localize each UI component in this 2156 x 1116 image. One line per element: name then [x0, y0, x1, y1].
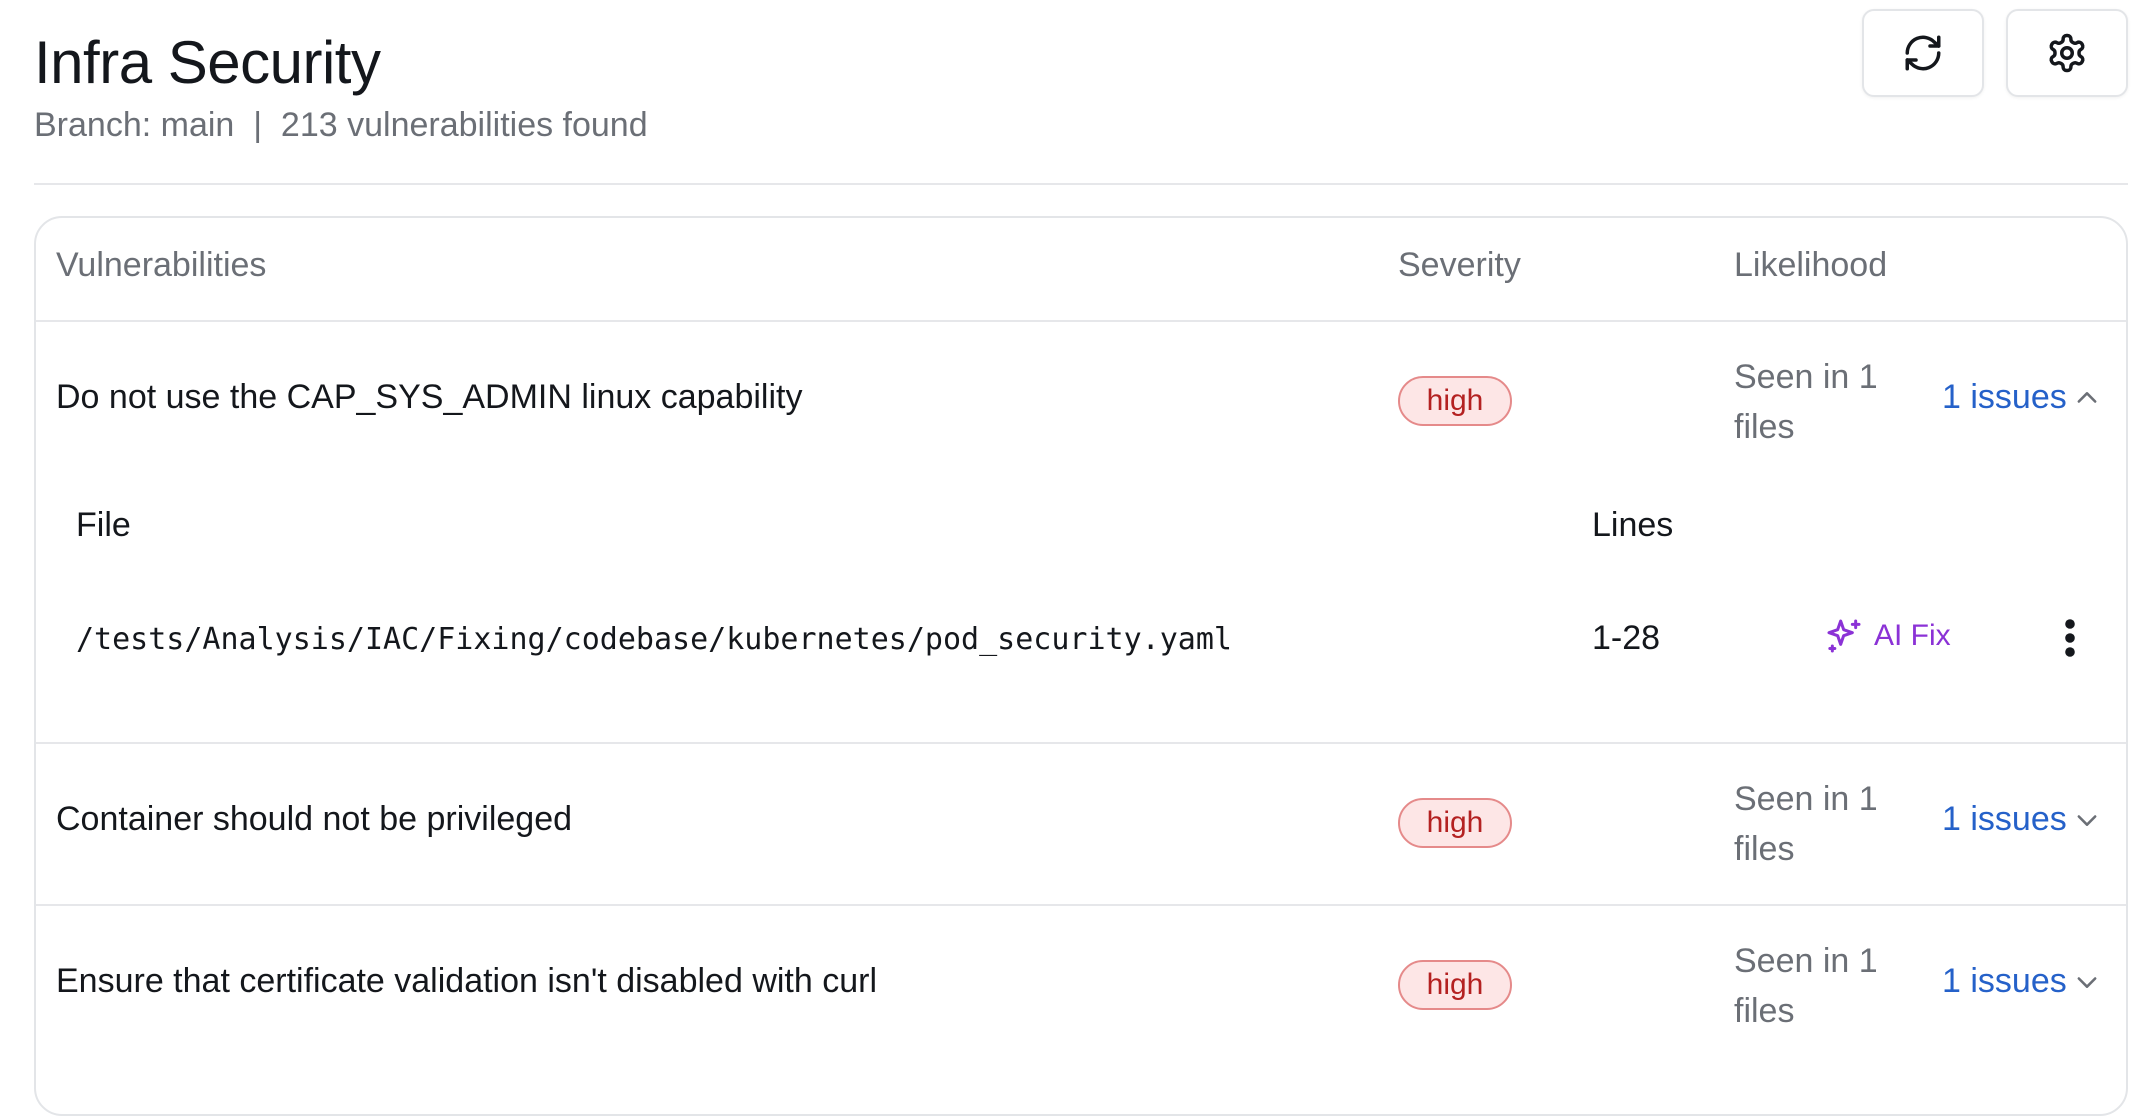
- table-row: Do not use the CAP_SYS_ADMIN linux capab…: [36, 320, 2126, 744]
- page-title: Infra Security: [34, 29, 381, 96]
- line-range: 1-28: [1592, 619, 1661, 657]
- column-vulnerabilities: Vulnerabilities: [56, 246, 267, 284]
- kebab-menu-icon: [2065, 619, 2075, 657]
- vulnerability-name: Do not use the CAP_SYS_ADMIN linux capab…: [56, 378, 803, 416]
- chevron-up-icon: [2077, 391, 2097, 403]
- sparkles-icon: [1827, 619, 1861, 653]
- column-likelihood: Likelihood: [1734, 246, 1888, 284]
- refresh-button[interactable]: [1862, 9, 1984, 97]
- infra-security-page: Infra Security Branch: main | 213 vulner…: [0, 0, 2156, 1116]
- column-file: File: [76, 506, 131, 544]
- likelihood-text: Seen in 1 files: [1734, 358, 1878, 446]
- ai-fix-button[interactable]: AI Fix: [1824, 616, 1951, 656]
- issues-count: 1 issues: [1942, 378, 2067, 416]
- chevron-down-icon: [2077, 814, 2097, 826]
- column-severity: Severity: [1398, 246, 1521, 284]
- issues-count: 1 issues: [1942, 800, 2067, 838]
- severity-badge: high: [1398, 798, 1512, 848]
- column-lines: Lines: [1592, 506, 1674, 544]
- issues-toggle[interactable]: 1 issues: [1942, 378, 2101, 417]
- chevron-down-icon: [2077, 976, 2097, 988]
- table-header: Vulnerabilities Severity Likelihood: [36, 218, 2126, 322]
- header-divider: [34, 183, 2128, 185]
- vulnerability-name: Container should not be privileged: [56, 800, 573, 838]
- settings-button[interactable]: [2006, 9, 2128, 97]
- vulnerability-name: Ensure that certificate validation isn't…: [56, 962, 878, 1000]
- table-row: Ensure that certificate validation isn't…: [36, 904, 2126, 1066]
- vulnerabilities-table: Vulnerabilities Severity Likelihood Do n…: [34, 216, 2128, 1116]
- issues-toggle[interactable]: 1 issues: [1942, 800, 2101, 839]
- refresh-icon: [1905, 35, 1941, 71]
- issues-toggle[interactable]: 1 issues: [1942, 962, 2101, 1001]
- severity-badge: high: [1398, 376, 1512, 426]
- file-path-link[interactable]: /tests/Analysis/IAC/Fixing/codebase/kube…: [76, 622, 1232, 657]
- issues-count: 1 issues: [1942, 962, 2067, 1000]
- table-row: Container should not be privileged high …: [36, 742, 2126, 906]
- gear-icon: [2049, 33, 2085, 73]
- likelihood-text: Seen in 1 files: [1734, 942, 1878, 1030]
- page-subtitle: Branch: main | 213 vulnerabilities found: [34, 106, 648, 144]
- severity-badge: high: [1398, 960, 1512, 1010]
- ai-fix-label: AI Fix: [1874, 619, 1951, 652]
- more-options-button[interactable]: [2050, 614, 2090, 662]
- likelihood-text: Seen in 1 files: [1734, 780, 1878, 868]
